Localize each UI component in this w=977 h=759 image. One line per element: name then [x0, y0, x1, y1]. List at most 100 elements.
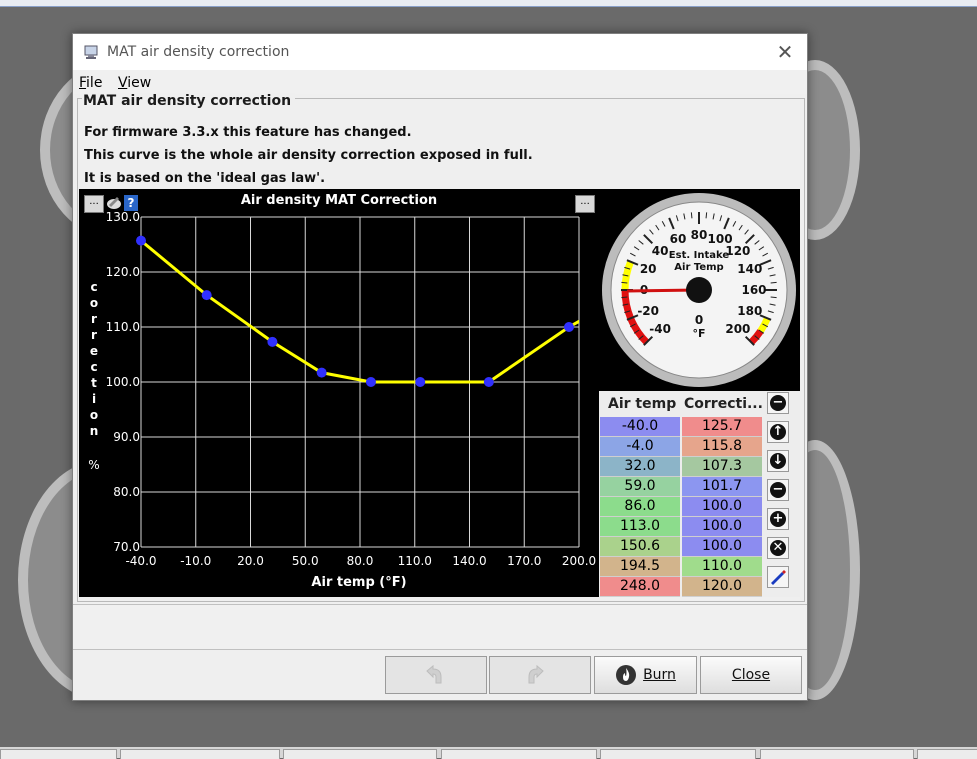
y-axis-letter: c [90, 280, 98, 294]
gauge-tick [770, 281, 777, 284]
correction-cell[interactable]: 110.0 [682, 557, 762, 577]
arrow-up-icon: ↑ [770, 424, 786, 440]
table-row[interactable]: 86.0 100.0 [600, 497, 763, 517]
data-point [136, 235, 146, 246]
data-point [365, 377, 376, 387]
correction-cell[interactable]: 107.3 [682, 457, 762, 477]
y-axis-label: c o r r e c t i o n% [87, 279, 101, 473]
menu-bar: File View [73, 70, 807, 94]
chart-menu-button[interactable]: ... [575, 195, 595, 213]
gauge-scale-label: 180 [737, 304, 762, 318]
table-row[interactable]: 150.6 100.0 [600, 537, 763, 557]
title-bar[interactable]: MAT air density correction ✕ [73, 34, 807, 70]
gauge-dial: -40-20020406080100120140160180200Est. In… [602, 193, 796, 387]
redo-icon [528, 664, 544, 684]
table-row[interactable]: 248.0 120.0 [600, 577, 763, 597]
y-tick-label: 90.0 [113, 430, 140, 444]
table-row[interactable]: 59.0 101.7 [600, 477, 763, 497]
move-up-button[interactable]: ↑ [767, 421, 789, 443]
air-temp-cell[interactable]: 150.6 [600, 537, 680, 557]
gauge-unit: °F [692, 327, 705, 340]
col-air-temp-header: Air temp [608, 396, 677, 412]
x-tick-label: -40.0 [125, 554, 156, 568]
pencil-icon [771, 570, 786, 585]
x-tick-label: 200.0 [562, 554, 596, 568]
delete-button[interactable]: ✕ [767, 537, 789, 559]
close-label: Close [731, 667, 771, 683]
gauge-scale-label: 200 [725, 322, 750, 336]
add-row-button[interactable]: + [767, 508, 789, 530]
table-row[interactable]: 113.0 100.0 [600, 517, 763, 537]
minus-circle-icon: − [770, 395, 786, 411]
gauge-scale-label: 160 [741, 283, 766, 297]
correction-cell[interactable]: 100.0 [682, 517, 762, 537]
gauge-scale-label: 20 [640, 262, 657, 276]
chart-menu-label: ... [580, 196, 590, 207]
air-temp-cell[interactable]: -40.0 [600, 417, 680, 437]
x-circle-icon: ✕ [770, 540, 786, 556]
air-temp-cell[interactable]: 32.0 [600, 457, 680, 477]
air-temp-cell[interactable]: 113.0 [600, 517, 680, 537]
redo-button[interactable] [489, 656, 591, 694]
menu-view[interactable]: View [118, 75, 151, 91]
remove-row-button[interactable]: − [767, 479, 789, 501]
gauge-tick [705, 212, 708, 219]
correction-cell[interactable]: 125.7 [682, 417, 762, 437]
y-tick-label: 100.0 [106, 375, 140, 389]
y-tick-label: 130.0 [106, 210, 140, 224]
series-line [141, 239, 579, 384]
air-temp-cell[interactable]: 86.0 [600, 497, 680, 517]
burn-label: Burn [643, 667, 676, 683]
correction-cell[interactable]: 115.8 [682, 437, 762, 457]
data-point [267, 336, 278, 347]
move-down-button[interactable]: ↓ [767, 450, 789, 472]
close-button[interactable]: Close [700, 656, 802, 694]
gauge-value: 0 [695, 313, 703, 327]
gauge-scale-label: 80 [691, 228, 708, 242]
air-temp-cell[interactable]: 59.0 [600, 477, 680, 497]
table-row[interactable]: 194.5 110.0 [600, 557, 763, 577]
data-point [415, 377, 426, 387]
flame-icon [616, 665, 637, 685]
close-icon: ✕ [776, 40, 794, 64]
air-temp-cell[interactable]: -4.0 [600, 437, 680, 457]
edit-button[interactable] [767, 566, 789, 588]
y-tick-label: 110.0 [106, 320, 140, 334]
gauge-scale-label: -40 [649, 322, 671, 336]
correction-cell[interactable]: 120.0 [682, 577, 762, 597]
menu-file[interactable]: File [79, 75, 102, 91]
undo-icon [426, 664, 442, 684]
correction-cell[interactable]: 100.0 [682, 537, 762, 557]
chart-plot[interactable]: -40.0 -10.0 20.0 50.0 80.0 110.0 140.0 170.0 200… [79, 189, 599, 597]
gauge-tick [621, 281, 628, 284]
data-point [316, 367, 327, 378]
description-line: For firmware 3.3.x this feature has chan… [84, 125, 412, 140]
app-icon [84, 45, 98, 59]
col-correction-header: Correcti... [684, 396, 763, 412]
y-tick-label: 80.0 [113, 485, 140, 499]
burn-button[interactable]: Burn [594, 656, 697, 694]
panel-title: MAT air density correction [82, 93, 296, 109]
air-temp-cell[interactable]: 194.5 [600, 557, 680, 577]
close-window-button[interactable]: ✕ [773, 40, 797, 64]
gauge-hub [686, 277, 712, 303]
x-tick-label: 50.0 [292, 554, 319, 568]
collapse-button[interactable]: − [767, 392, 789, 414]
x-tick-label: 170.0 [507, 554, 541, 568]
table-row[interactable]: -4.0 115.8 [600, 437, 763, 457]
x-tick-label: -10.0 [180, 554, 211, 568]
x-tick-label: 110.0 [398, 554, 432, 568]
chart-title: Air density MAT Correction [240, 193, 438, 208]
correction-cell[interactable]: 100.0 [682, 497, 762, 517]
menu-file-label: File [79, 75, 103, 91]
correction-cell[interactable]: 101.7 [682, 477, 762, 497]
window-title: MAT air density correction [107, 44, 290, 60]
air-temp-cell[interactable]: 248.0 [600, 577, 680, 597]
table-row[interactable]: 32.0 107.3 [600, 457, 763, 477]
gauge-scale-label: 140 [737, 262, 762, 276]
table-row[interactable]: -40.0 125.7 [600, 417, 763, 437]
undo-button[interactable] [385, 656, 487, 694]
background-window-top [0, 0, 977, 7]
correction-chart: -40.0 -10.0 20.0 50.0 80.0 110.0 140.0 170.0 200… [79, 189, 599, 597]
gauge-title-line2: Air Temp [674, 262, 723, 273]
